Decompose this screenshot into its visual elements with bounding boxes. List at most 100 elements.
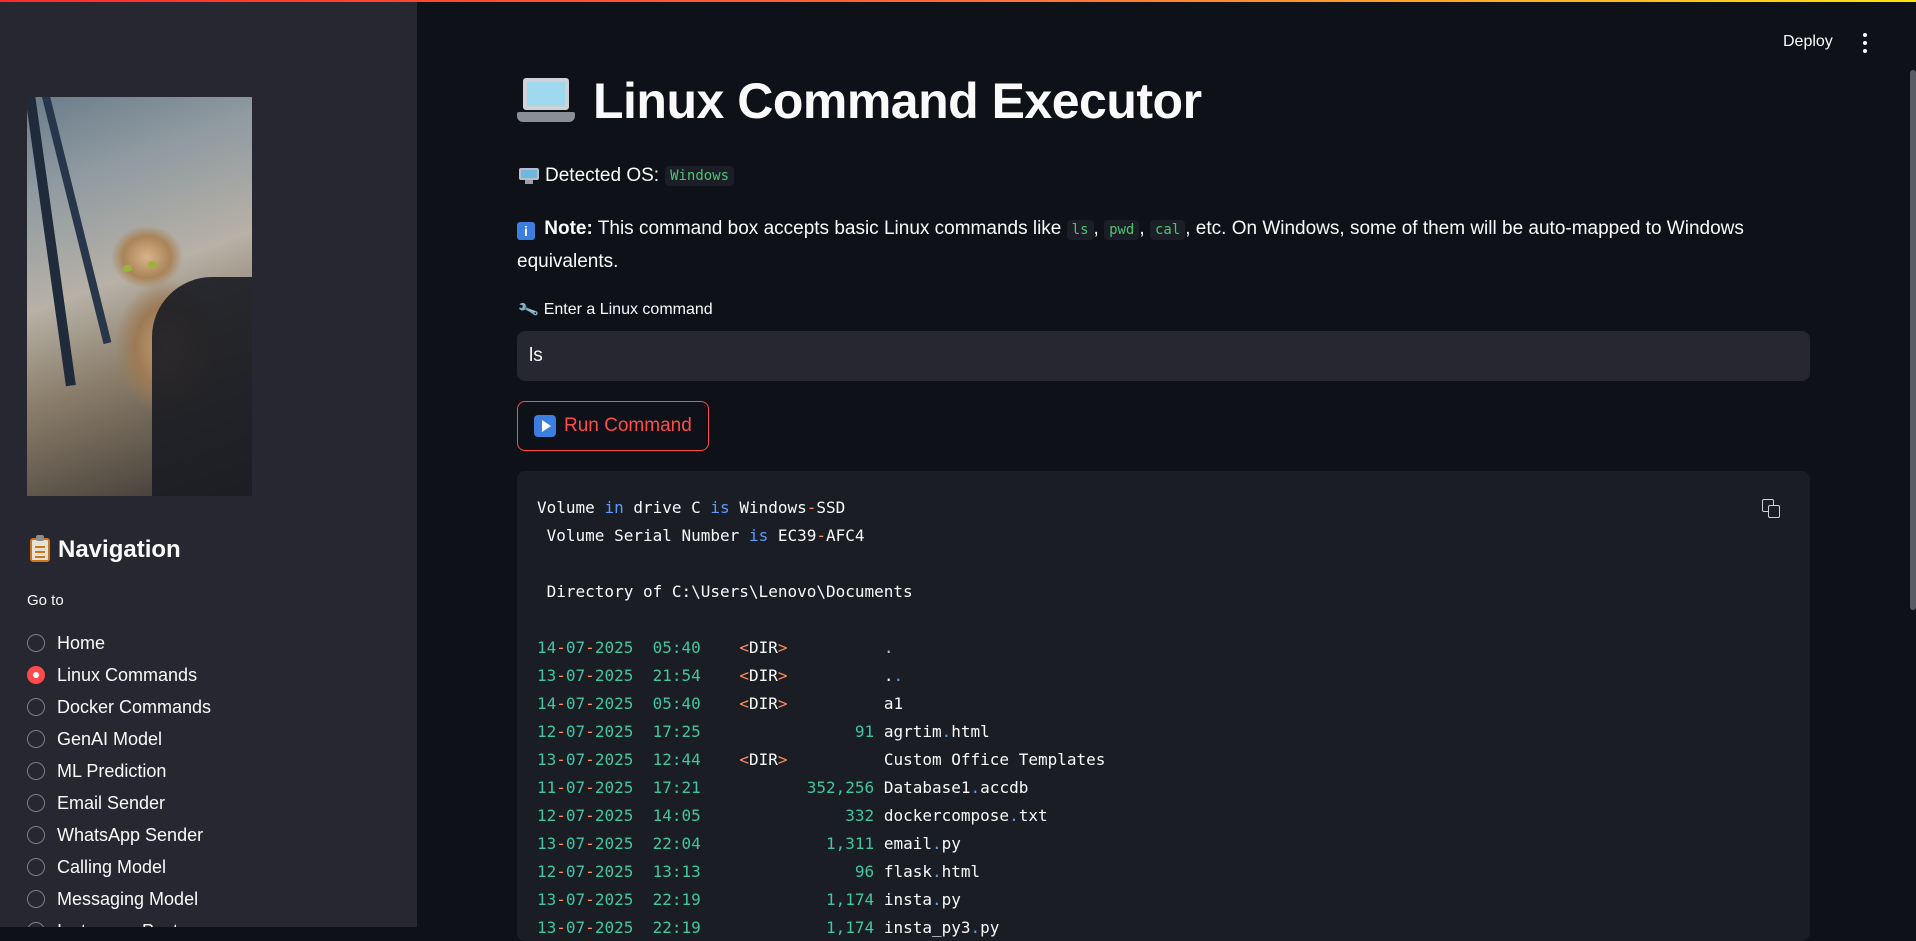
row-time: 17:25	[652, 722, 701, 741]
run-command-label: Run Command	[564, 415, 692, 436]
date-sep: -	[556, 722, 566, 741]
command-input-label-text: Enter a Linux command	[543, 301, 713, 318]
date-sep: -	[585, 918, 595, 937]
radio-circle[interactable]	[27, 762, 45, 780]
row-date: 13-07-2025	[537, 834, 633, 853]
output-row: 13-07-2025 21:54 <DIR> ..	[537, 666, 903, 685]
row-name: a1	[883, 694, 904, 713]
row-size: 1,311	[826, 834, 875, 853]
date-sep: -	[585, 778, 595, 797]
cat-photo	[27, 97, 252, 496]
row-time: 21:54	[652, 666, 701, 685]
note-cmd-pwd: pwd	[1104, 220, 1140, 240]
row-time: 22:19	[652, 890, 701, 909]
row-date: 12-07-2025	[537, 806, 633, 825]
scrollbar[interactable]	[1910, 70, 1916, 610]
date-part: 12	[537, 862, 557, 881]
top-decoration-stripe	[0, 0, 1916, 2]
note-cmd-ls: ls	[1066, 220, 1094, 240]
radio-option[interactable]: Messaging Model	[27, 883, 211, 915]
radio-circle[interactable]	[27, 890, 45, 908]
radio-circle[interactable]	[27, 666, 45, 684]
radio-circle[interactable]	[27, 794, 45, 812]
sidebar: Navigation Go to Home Linux Commands Docke…	[0, 0, 417, 927]
radio-option[interactable]: Calling Model	[27, 851, 211, 883]
output-keyword: is	[710, 498, 730, 517]
info-icon: i	[517, 222, 535, 240]
radio-circle[interactable]	[27, 698, 45, 716]
output-row: 11-07-2025 17:21 352,256 Database1.accdb	[537, 778, 1028, 797]
date-part: 2025	[594, 834, 634, 853]
output-word: SSD	[816, 498, 846, 517]
date-part: 2025	[594, 918, 634, 937]
deploy-button[interactable]: Deploy	[1783, 33, 1833, 51]
date-sep: -	[585, 890, 595, 909]
dot-name: .	[883, 638, 894, 657]
goto-label: Go to	[27, 592, 64, 609]
date-part: 12	[537, 806, 557, 825]
date-part: 07	[565, 694, 586, 713]
row-name: dockercompose.txt	[883, 806, 1048, 825]
row-name: flask.html	[883, 862, 981, 881]
date-sep: -	[556, 834, 566, 853]
dir-label: DIR	[748, 694, 778, 713]
date-sep: -	[585, 694, 595, 713]
date-part: 07	[565, 666, 586, 685]
row-date: 12-07-2025	[537, 722, 633, 741]
radio-circle[interactable]	[27, 634, 45, 652]
row-time: 05:40	[652, 638, 701, 657]
radio-option[interactable]: ML Prediction	[27, 755, 211, 787]
ext-dot: .	[932, 834, 942, 853]
radio-option[interactable]: WhatsApp Sender	[27, 819, 211, 851]
radio-option[interactable]: Home	[27, 627, 211, 659]
row-time: 13:13	[652, 862, 701, 881]
output-row: 13-07-2025 22:19 1,174 insta_py3.py	[537, 918, 999, 937]
ext-dot: .	[931, 862, 942, 881]
date-part: 14	[537, 694, 557, 713]
date-sep: -	[556, 890, 566, 909]
row-name: .	[884, 638, 894, 657]
radio-option[interactable]: Docker Commands	[27, 691, 211, 723]
radio-option[interactable]: Email Sender	[27, 787, 211, 819]
radio-label: Email Sender	[57, 792, 166, 813]
radio-circle[interactable]	[27, 858, 45, 876]
row-size: 91	[854, 722, 875, 741]
date-sep: -	[585, 666, 595, 685]
date-sep: -	[585, 806, 595, 825]
clipboard-icon	[30, 535, 50, 562]
copy-icon[interactable]	[1762, 499, 1782, 519]
row-name: Custom Office Templates	[883, 750, 1106, 769]
dir-label: DIR	[748, 750, 778, 769]
date-part: 2025	[594, 862, 634, 881]
radio-circle[interactable]	[27, 922, 45, 927]
row-name: agrtim.html	[883, 722, 990, 741]
radio-circle[interactable]	[27, 730, 45, 748]
date-part: 2025	[594, 722, 634, 741]
date-sep: -	[556, 666, 566, 685]
row-time: 22:04	[652, 834, 701, 853]
radio-label: Linux Commands	[57, 664, 198, 685]
radio-label: Instagram Post	[57, 921, 178, 928]
radio-option[interactable]: Linux Commands	[27, 659, 211, 691]
ext-dot: .	[893, 666, 904, 685]
output-word: Volume	[537, 498, 595, 517]
run-command-button[interactable]: Run Command	[517, 401, 709, 451]
row-time: 14:05	[652, 806, 701, 825]
radio-option[interactable]: Instagram Post	[27, 915, 211, 927]
date-part: 12	[537, 722, 557, 741]
date-part: 07	[565, 834, 586, 853]
row-date: 12-07-2025	[537, 862, 633, 881]
date-sep: -	[585, 750, 595, 769]
radio-option[interactable]: GenAI Model	[27, 723, 211, 755]
output-operator: -	[816, 526, 827, 545]
command-input[interactable]	[517, 331, 1810, 381]
radio-circle[interactable]	[27, 826, 45, 844]
output-row: 12-07-2025 17:25 91 agrtim.html	[537, 722, 990, 741]
date-part: 2025	[594, 694, 634, 713]
output-row: 12-07-2025 14:05 332 dockercompose.txt	[537, 806, 1048, 825]
ext-dot: .	[970, 778, 981, 797]
date-sep: -	[556, 862, 566, 881]
main-menu-icon[interactable]	[1862, 33, 1868, 53]
os-label: Detected OS:	[545, 165, 660, 186]
dir-label: DIR	[748, 638, 778, 657]
